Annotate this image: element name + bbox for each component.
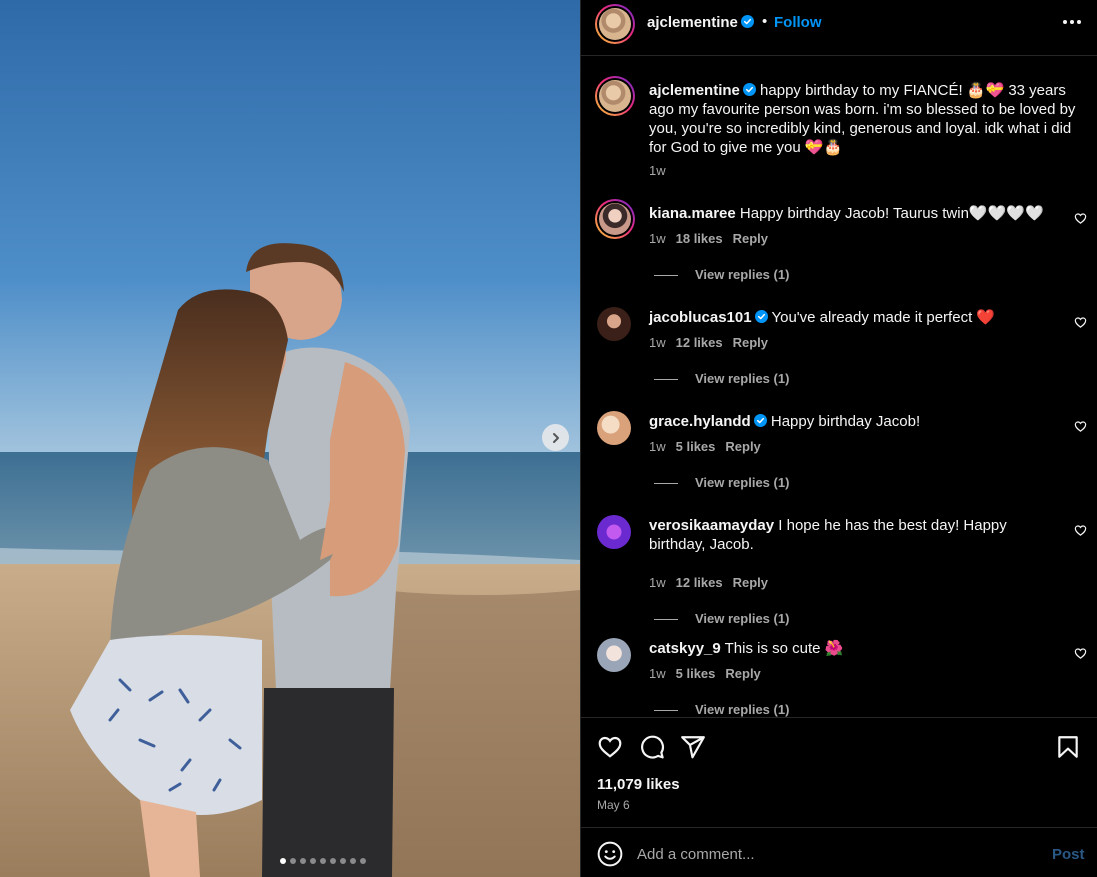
post-sidebar: ajclementine • Follow ajclementine happy… — [580, 0, 1097, 877]
like-comment-heart-icon[interactable] — [1074, 212, 1087, 225]
comment-body: grace.hylandd Happy birthday Jacob! — [649, 412, 1049, 431]
comment-likes[interactable]: 5 likes — [676, 666, 716, 681]
next-photo-button[interactable] — [542, 424, 569, 451]
author-username[interactable]: ajclementine — [647, 14, 754, 31]
caption-avatar-ring[interactable] — [595, 76, 635, 116]
post-date: May 6 — [597, 798, 630, 812]
post-header: ajclementine • Follow — [581, 0, 1097, 56]
comment-meta: 1w 5 likes Reply — [649, 439, 761, 454]
carousel-dot — [359, 858, 366, 864]
like-heart-icon[interactable] — [597, 734, 623, 760]
comment-body: verosikaamayday I hope he has the best d… — [649, 516, 1049, 554]
share-send-icon[interactable] — [680, 734, 706, 760]
more-options-icon[interactable] — [1063, 16, 1083, 28]
verified-badge-icon — [754, 310, 768, 323]
comment-input[interactable] — [637, 840, 1017, 868]
like-comment-heart-icon[interactable] — [1074, 316, 1087, 329]
avatar[interactable] — [597, 307, 631, 341]
emoji-smiley-icon[interactable] — [597, 841, 623, 867]
comment-meta: 1w 18 likes Reply — [649, 231, 768, 246]
beach-couple-photo — [0, 0, 580, 877]
carousel-dot — [349, 858, 356, 864]
carousel-dot — [309, 858, 316, 864]
author-avatar-ring[interactable] — [595, 4, 635, 44]
post-photo[interactable] — [0, 0, 580, 877]
carousel-dot — [279, 858, 286, 864]
reply-button[interactable]: Reply — [733, 231, 768, 246]
add-comment-bar: Post — [581, 827, 1097, 877]
comment-likes[interactable]: 18 likes — [676, 231, 723, 246]
comment-avatar-ring[interactable] — [595, 199, 635, 239]
like-comment-heart-icon[interactable] — [1074, 524, 1087, 537]
comment-meta: 1w 5 likes Reply — [649, 666, 761, 681]
comment-username[interactable]: verosikaamayday — [649, 517, 774, 534]
carousel-indicator — [0, 858, 580, 864]
comment-meta: 1w 12 likes Reply — [649, 575, 768, 590]
comment-likes[interactable]: 5 likes — [676, 439, 716, 454]
view-replies-label: View replies (1) — [695, 702, 790, 717]
like-comment-heart-icon[interactable] — [1074, 647, 1087, 660]
reply-button[interactable]: Reply — [733, 335, 768, 350]
avatar — [599, 203, 631, 235]
view-replies-button[interactable]: View replies (1) — [654, 371, 789, 386]
view-replies-label: View replies (1) — [695, 611, 790, 626]
view-replies-label: View replies (1) — [695, 267, 790, 282]
post-caption: ajclementine happy birthday to my FIANCÉ… — [649, 81, 1085, 157]
post-comment-button[interactable]: Post — [1052, 846, 1085, 863]
verified-badge-icon — [742, 83, 756, 96]
comment-text: Happy birthday Jacob! Taurus twin🤍🤍🤍🤍 — [739, 205, 1044, 222]
comment-username[interactable]: kiana.maree — [649, 205, 736, 222]
view-replies-button[interactable]: View replies (1) — [654, 475, 789, 490]
comment-meta: 1w 12 likes Reply — [649, 335, 768, 350]
comment-time: 1w — [649, 231, 666, 246]
comment-body: catskyy_9 This is so cute 🌺 — [649, 639, 1049, 658]
carousel-dot — [299, 858, 306, 864]
comment-time: 1w — [649, 439, 666, 454]
header-separator: • — [762, 13, 768, 30]
reply-button[interactable]: Reply — [725, 439, 760, 454]
likes-count[interactable]: 11,079 likes — [597, 776, 680, 793]
comment-bubble-icon[interactable] — [639, 734, 665, 760]
avatar[interactable] — [597, 515, 631, 549]
comment-text: You've already made it perfect ❤️ — [771, 309, 996, 326]
verified-badge-icon — [753, 414, 767, 427]
chevron-right-icon — [552, 432, 559, 443]
comment-time: 1w — [649, 335, 666, 350]
comment-username[interactable]: jacoblucas101 — [649, 309, 752, 326]
carousel-dot — [339, 858, 346, 864]
comment-time: 1w — [649, 575, 666, 590]
post-actions: 11,079 likes May 6 Post — [581, 717, 1097, 877]
comment-username[interactable]: catskyy_9 — [649, 640, 721, 657]
comment-likes[interactable]: 12 likes — [676, 575, 723, 590]
avatar[interactable] — [597, 411, 631, 445]
reply-button[interactable]: Reply — [733, 575, 768, 590]
verified-badge-icon — [740, 15, 754, 28]
view-replies-button[interactable]: View replies (1) — [654, 702, 789, 717]
comment-text: Happy birthday Jacob! — [770, 413, 921, 430]
comment-text: This is so cute 🌺 — [724, 640, 844, 657]
comment-time: 1w — [649, 666, 666, 681]
post-modal: ajclementine • Follow ajclementine happy… — [0, 0, 1097, 877]
avatar — [599, 80, 631, 112]
comment-body: kiana.maree Happy birthday Jacob! Taurus… — [649, 204, 1049, 223]
view-replies-button[interactable]: View replies (1) — [654, 267, 789, 282]
avatar — [599, 8, 631, 40]
view-replies-label: View replies (1) — [695, 475, 790, 490]
comment-likes[interactable]: 12 likes — [676, 335, 723, 350]
carousel-dot — [319, 858, 326, 864]
comment-body: jacoblucas101 You've already made it per… — [649, 308, 1049, 327]
avatar[interactable] — [597, 638, 631, 672]
caption-username[interactable]: ajclementine — [649, 82, 740, 99]
follow-button[interactable]: Follow — [774, 14, 822, 31]
comment-username[interactable]: grace.hylandd — [649, 413, 751, 430]
reply-button[interactable]: Reply — [725, 666, 760, 681]
view-replies-label: View replies (1) — [695, 371, 790, 386]
view-replies-button[interactable]: View replies (1) — [654, 611, 789, 626]
like-comment-heart-icon[interactable] — [1074, 420, 1087, 433]
save-bookmark-icon[interactable] — [1055, 734, 1081, 760]
carousel-dot — [329, 858, 336, 864]
caption-time: 1w — [649, 163, 666, 178]
carousel-dot — [289, 858, 296, 864]
